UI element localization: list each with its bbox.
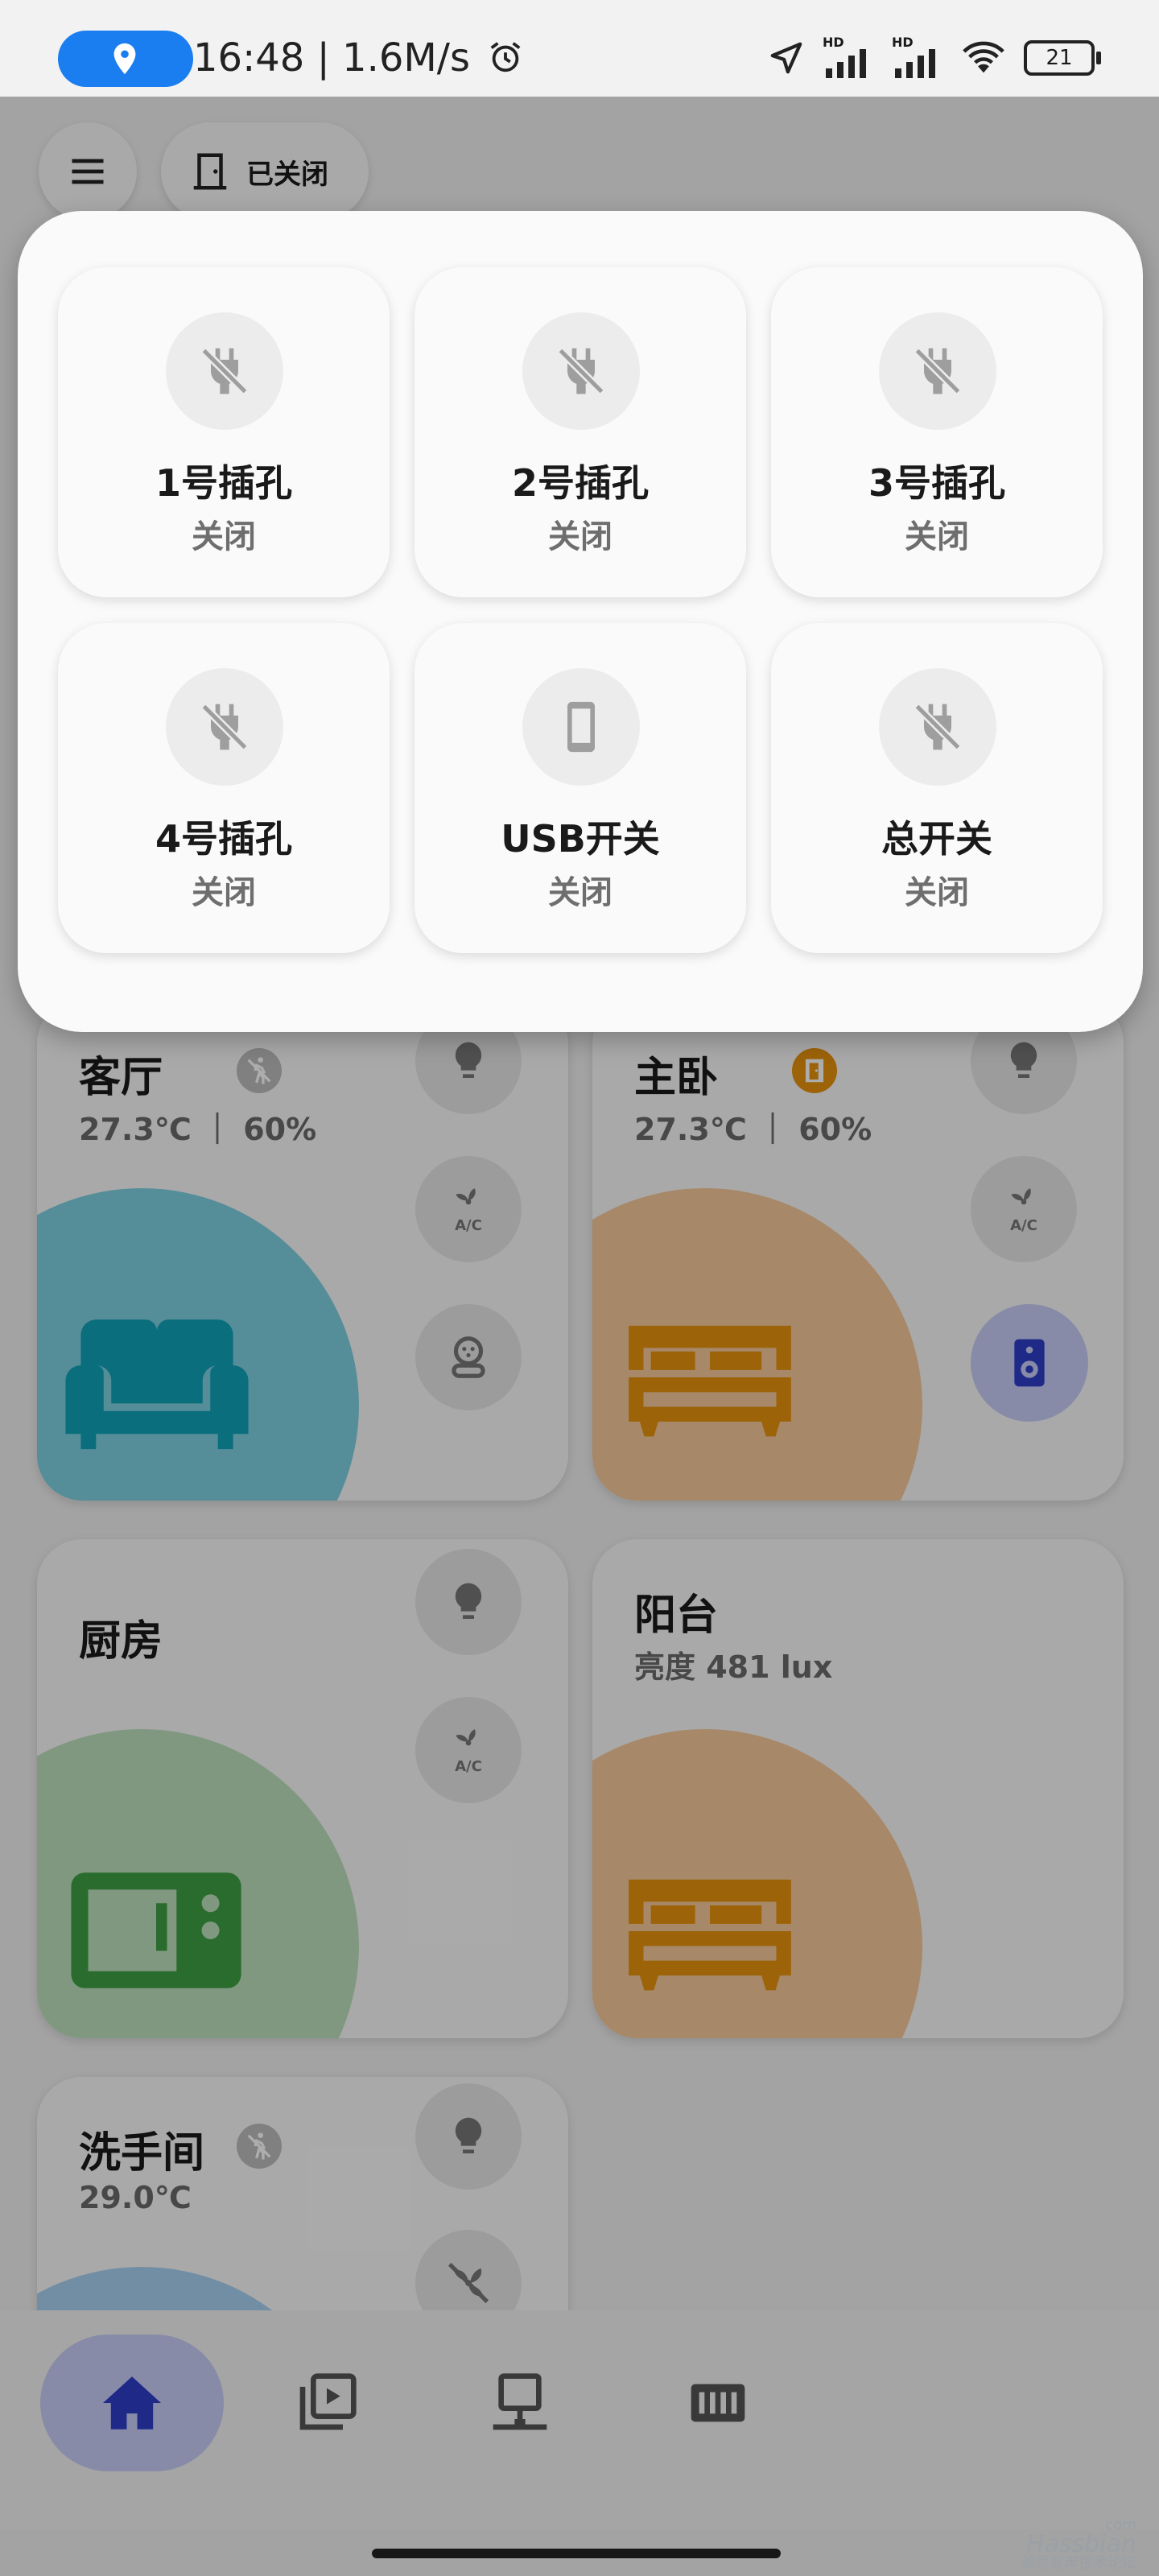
switch-state: 关闭: [548, 518, 612, 555]
power-plug-off-icon: [522, 312, 640, 430]
switch-name: 1号插孔: [155, 461, 292, 505]
navigation-arrow-icon: [770, 42, 802, 74]
power-plug-off-icon: [879, 312, 996, 430]
watermark: .com Hassbian 瀚思彼岸技术论坛: [1021, 2518, 1136, 2571]
switch-tile-outlet-4[interactable]: 4号插孔 关闭: [58, 623, 390, 953]
switch-state: 关闭: [905, 518, 969, 555]
signal-2: HD: [892, 35, 943, 78]
switch-name: 总开关: [881, 817, 992, 861]
status-net-speed: 1.6M/s: [342, 35, 470, 80]
signal-1: HD: [823, 35, 874, 78]
status-icons: HD HD 21: [768, 34, 1101, 82]
switch-tile-outlet-1[interactable]: 1号插孔 关闭: [58, 267, 390, 597]
power-plug-off-icon: [879, 668, 996, 786]
switch-state: 关闭: [192, 518, 256, 555]
cellphone-icon: [522, 668, 640, 786]
power-plug-off-icon: [166, 312, 283, 430]
switch-tile-outlet-3[interactable]: 3号插孔 关闭: [771, 267, 1103, 597]
switch-name: 2号插孔: [511, 461, 649, 505]
switch-tile-usb[interactable]: USB开关 关闭: [415, 623, 746, 953]
switch-state: 关闭: [548, 874, 612, 911]
switch-name: 3号插孔: [868, 461, 1005, 505]
watermark-brand: Hassbian: [1026, 2530, 1136, 2558]
switch-name: USB开关: [501, 817, 660, 861]
switch-tile-master[interactable]: 总开关 关闭: [771, 623, 1103, 953]
status-bar: 16:48 | 1.6M/s HD HD 21: [0, 0, 1159, 97]
switch-state: 关闭: [192, 874, 256, 911]
location-indicator: [58, 31, 193, 87]
watermark-subtitle: 瀚思彼岸技术论坛: [1021, 2555, 1136, 2572]
alarm-icon: [490, 42, 521, 72]
switch-tile-outlet-2[interactable]: 2号插孔 关闭: [415, 267, 746, 597]
status-time-speed: 16:48 | 1.6M/s: [193, 35, 524, 80]
location-pin-icon: [113, 43, 136, 75]
switch-name: 4号插孔: [155, 817, 292, 861]
power-plug-off-icon: [166, 668, 283, 786]
wifi-icon: [963, 41, 1004, 73]
cell-signal-icon: [895, 49, 935, 78]
battery-indicator: 21: [1024, 40, 1101, 76]
cell-signal-icon: [826, 49, 866, 78]
power-strip-dialog: 1号插孔 关闭 2号插孔 关闭 3号插孔 关闭 4号插孔 关闭 USB开关 关闭: [18, 211, 1143, 1032]
switch-state: 关闭: [905, 874, 969, 911]
status-time: 16:48: [193, 35, 305, 80]
